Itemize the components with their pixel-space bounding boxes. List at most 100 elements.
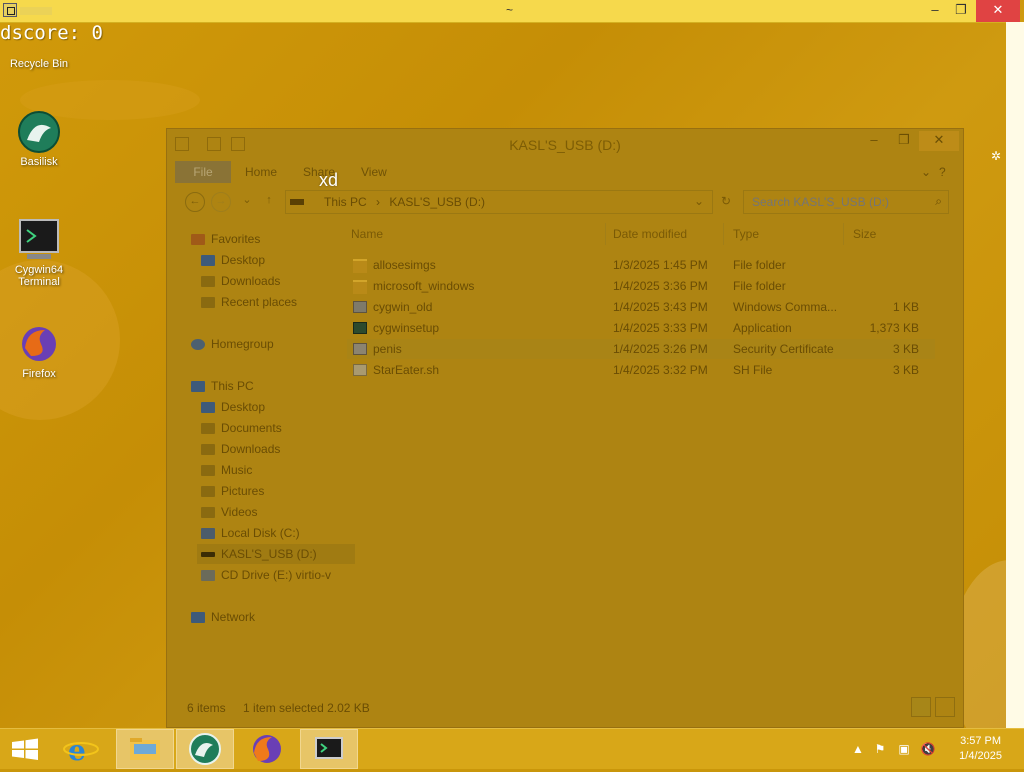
taskbar-file-explorer[interactable] (116, 729, 174, 769)
address-bar[interactable]: This PC › KASL'S_USB (D:) ⌄ (285, 190, 713, 214)
column-header-name[interactable]: Name (351, 227, 383, 241)
nav-network[interactable]: Network (191, 607, 255, 627)
file-type: Windows Comma... (733, 300, 838, 314)
videos-icon (201, 507, 215, 519)
batch-file-icon (353, 301, 367, 313)
file-explorer-icon (130, 738, 160, 760)
nav-pc-documents[interactable]: Documents (201, 418, 282, 438)
overlay-maximize-button[interactable]: ❐ (944, 0, 978, 22)
file-name: cygwin_old (373, 300, 433, 314)
pictures-icon (201, 486, 215, 498)
cd-drive-icon (201, 570, 215, 582)
show-hidden-icons-icon[interactable]: ▲ (850, 741, 866, 757)
file-row[interactable]: allosesimgs 1/3/2025 1:45 PM File folder (347, 255, 935, 275)
breadcrumb: This PC › KASL'S_USB (D:) (324, 195, 485, 209)
back-button[interactable]: ← (185, 192, 205, 212)
overlay-close-button[interactable]: ✕ (976, 0, 1020, 22)
recent-places-icon (201, 297, 215, 309)
file-row-selected[interactable]: penis 1/4/2025 3:26 PM Security Certific… (347, 339, 935, 359)
status-bar: 6 items 1 item selected 2.02 KB (187, 701, 370, 715)
forward-button[interactable]: → (211, 192, 231, 212)
desktop-icon-cygwin-terminal[interactable]: Cygwin64 Terminal (4, 218, 74, 288)
nav-homegroup[interactable]: Homegroup (191, 334, 274, 354)
music-icon (201, 465, 215, 477)
file-name: cygwinsetup (373, 321, 440, 335)
taskbar-internet-explorer[interactable]: e (54, 729, 112, 769)
taskbar-cygwin-terminal[interactable] (300, 729, 358, 769)
firefox-icon (253, 735, 281, 763)
nav-label: Homegroup (211, 337, 274, 351)
up-button[interactable]: ↑ (259, 192, 279, 212)
nav-pc-music[interactable]: Music (201, 460, 252, 480)
taskbar-firefox[interactable] (238, 729, 296, 769)
nav-favorites[interactable]: Favorites (191, 229, 260, 249)
nav-pc-downloads[interactable]: Downloads (201, 439, 280, 459)
column-separator[interactable] (843, 223, 844, 245)
file-size: 1 KB (892, 300, 919, 314)
nav-pc-pictures[interactable]: Pictures (201, 481, 264, 501)
overlay-title-bar[interactable]: ~ – ❐ ✕ (0, 0, 1020, 23)
file-date: 1/4/2025 3:32 PM (613, 363, 708, 377)
column-header-type[interactable]: Type (733, 227, 759, 241)
file-row[interactable]: microsoft_windows 1/4/2025 3:36 PM File … (347, 276, 935, 296)
refresh-icon[interactable]: ↻ (721, 194, 731, 208)
large-icons-view-icon[interactable] (935, 697, 955, 717)
breadcrumb-this-pc[interactable]: This PC (324, 195, 367, 209)
taskbar-basilisk[interactable] (176, 729, 234, 769)
minimize-button[interactable]: – (859, 131, 889, 151)
nav-fav-downloads[interactable]: Downloads (201, 271, 280, 291)
tab-home[interactable]: Home (245, 161, 277, 183)
application-icon (353, 322, 367, 334)
start-button[interactable] (0, 729, 58, 769)
nav-pc-local-disk[interactable]: Local Disk (C:) (201, 523, 300, 543)
system-clock[interactable]: 3:57 PM 1/4/2025 (959, 734, 1002, 764)
desktop-icon-basilisk[interactable]: Basilisk (4, 110, 74, 168)
selection-info: 1 item selected 2.02 KB (243, 701, 370, 715)
file-date: 1/4/2025 3:33 PM (613, 321, 708, 335)
column-header-size[interactable]: Size (853, 227, 876, 241)
navigation-pane: Favorites Desktop Downloads Recent place… (175, 227, 355, 697)
nav-pc-videos[interactable]: Videos (201, 502, 257, 522)
breadcrumb-drive[interactable]: KASL'S_USB (D:) (389, 195, 485, 209)
details-view-icon[interactable] (911, 697, 931, 717)
search-input[interactable] (750, 194, 924, 210)
close-button[interactable]: ✕ (919, 131, 959, 151)
explorer-title-bar[interactable]: KASL'S_USB (D:) – ❐ ✕ (167, 129, 963, 159)
tab-view[interactable]: View (361, 161, 387, 183)
window-controls: – ❐ ✕ (859, 131, 959, 155)
clock-date: 1/4/2025 (959, 750, 1002, 762)
nav-label: Videos (221, 505, 258, 519)
desktop-icon-recycle-bin[interactable]: Recycle Bin (4, 58, 74, 70)
firefox-icon (17, 322, 61, 366)
desktop-icon-firefox[interactable]: Firefox (4, 322, 74, 380)
overlay-side-strip (1006, 22, 1024, 728)
file-row[interactable]: cygwinsetup 1/4/2025 3:33 PM Application… (347, 318, 935, 338)
star-icon (191, 234, 205, 246)
action-center-flag-icon[interactable]: ⚑ (872, 741, 888, 757)
ribbon-expand-icon[interactable]: ⌄ (921, 161, 931, 183)
tab-file[interactable]: File (175, 161, 231, 183)
volume-muted-icon[interactable]: 🔇 (920, 741, 936, 757)
nav-pc-usb-drive[interactable]: KASL'S_USB (D:) (197, 544, 355, 564)
file-row[interactable]: cygwin_old 1/4/2025 3:43 PM Windows Comm… (347, 297, 935, 317)
address-dropdown-icon[interactable]: ⌄ (694, 194, 704, 208)
help-icon[interactable]: ? (939, 161, 946, 183)
nav-fav-desktop[interactable]: Desktop (201, 250, 265, 270)
search-box[interactable]: ⌕ (743, 190, 949, 214)
column-separator[interactable] (605, 223, 606, 245)
network-icon (191, 612, 205, 624)
network-status-icon[interactable]: ▣ (896, 741, 912, 757)
basilisk-icon (189, 733, 221, 765)
nav-pc-desktop[interactable]: Desktop (201, 397, 265, 417)
nav-pc-cd-drive[interactable]: CD Drive (E:) virtio-v (201, 565, 331, 585)
file-explorer-window[interactable]: KASL'S_USB (D:) – ❐ ✕ File Home Share View… (166, 128, 964, 728)
maximize-button[interactable]: ❐ (889, 131, 919, 151)
nav-fav-recent[interactable]: Recent places (201, 292, 297, 312)
column-header-date[interactable]: Date modified (613, 227, 687, 241)
nav-this-pc[interactable]: This PC (191, 376, 254, 396)
file-row[interactable]: StarEater.sh 1/4/2025 3:32 PM SH File 3 … (347, 360, 935, 380)
desktop-icon (201, 402, 215, 414)
recent-dropdown-icon[interactable]: ⌄ (237, 192, 257, 212)
column-separator[interactable] (723, 223, 724, 245)
file-type: Security Certificate (733, 342, 834, 356)
